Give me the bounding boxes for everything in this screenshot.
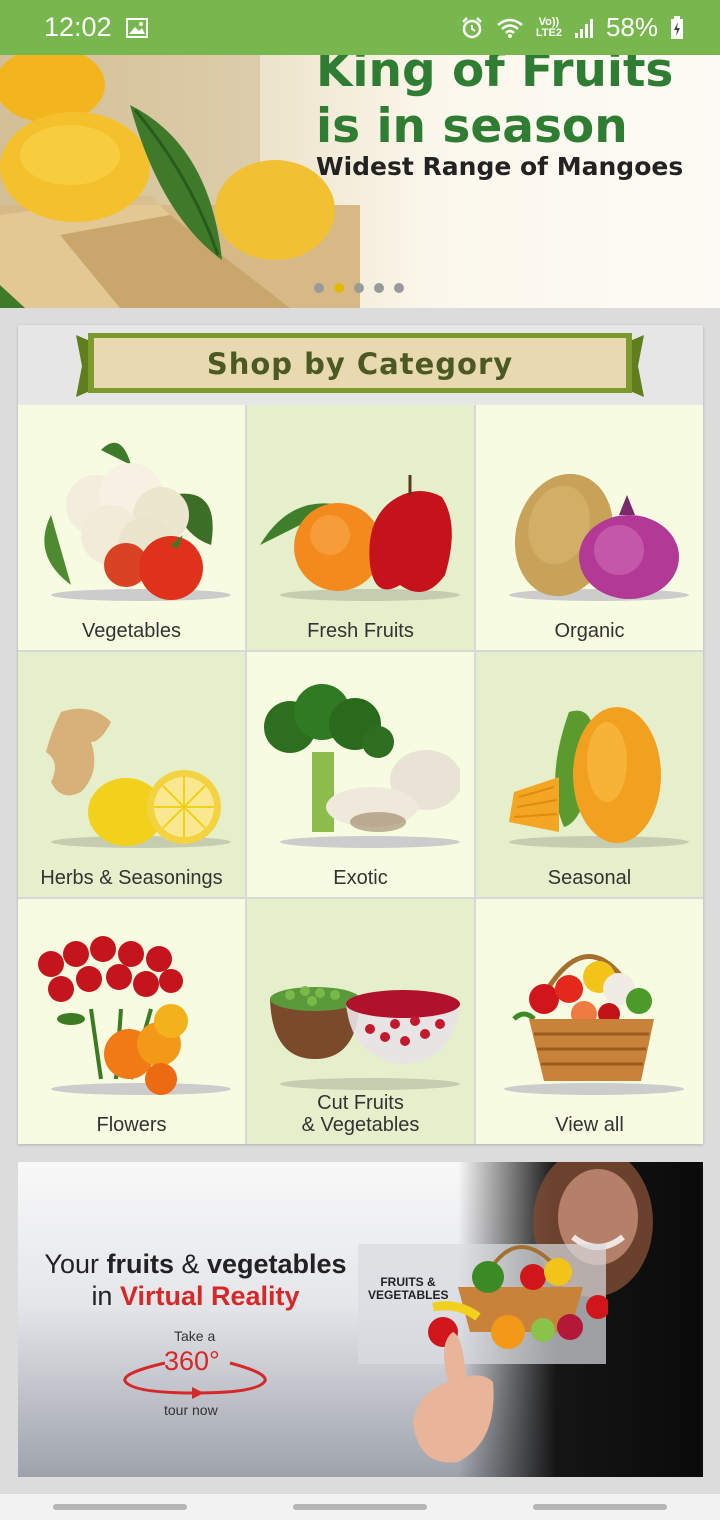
vr-360-label: 360°: [164, 1346, 220, 1376]
wifi-icon: [496, 17, 524, 39]
shop-by-category-card: Shop by Category Vegetables Fresh Fruits…: [18, 325, 703, 1144]
hero-title-line2: is in season: [316, 99, 628, 154]
category-tile-view-all[interactable]: View all: [476, 899, 703, 1144]
category-label: Flowers: [96, 1114, 167, 1136]
vr-line1-and: &: [173, 1249, 207, 1279]
category-grid: Vegetables Fresh Fruits Organic Herbs & …: [18, 405, 703, 1144]
nav-back-pill[interactable]: [533, 1504, 667, 1510]
category-tile-cut-fruits-vegetables[interactable]: Cut Fruits & Vegetables: [247, 899, 474, 1144]
clock: 12:02: [44, 12, 112, 42]
system-navigation-bar: [0, 1494, 720, 1520]
nav-home-pill[interactable]: [293, 1504, 427, 1510]
category-label: Seasonal: [547, 867, 632, 889]
carousel-dot[interactable]: [354, 283, 364, 293]
vr-tour-label: tour now: [164, 1402, 218, 1418]
status-bar: 12:02 Vo)) LTE2 58%: [0, 0, 720, 55]
vr-line1-vegetables: vegetables: [207, 1249, 347, 1279]
exotic-image: [264, 684, 460, 848]
carousel-dot[interactable]: [314, 283, 324, 293]
category-tile-seasonal[interactable]: Seasonal: [476, 652, 703, 897]
hero-banner[interactable]: King of Fruits is in season Widest Range…: [0, 55, 720, 308]
cut-fruits-image: [270, 986, 460, 1090]
hero-subtitle: Widest Range of Mangoes: [316, 152, 684, 181]
category-title: Shop by Category: [206, 347, 514, 381]
status-right: Vo)) LTE2 58%: [460, 12, 684, 43]
category-tile-flowers[interactable]: Flowers: [18, 899, 245, 1144]
mango-crate-image: [0, 55, 360, 308]
category-label: View all: [555, 1114, 624, 1136]
fruits-image: [260, 475, 460, 601]
hero-title-line1: King of Fruits: [316, 55, 674, 98]
alarm-icon: [460, 16, 484, 40]
nav-recents-pill[interactable]: [53, 1504, 187, 1510]
vegetables-image: [44, 442, 231, 601]
carousel-dot[interactable]: [334, 283, 344, 293]
vr-line2-prefix: in: [91, 1281, 120, 1311]
category-label: Herbs & Seasonings: [40, 867, 223, 889]
herbs-image: [46, 708, 231, 848]
organic-image: [509, 473, 689, 601]
flowers-image: [38, 936, 231, 1095]
signal-icon: [574, 17, 594, 39]
category-tile-herbs-seasonings[interactable]: Herbs & Seasonings: [18, 652, 245, 897]
vr-fruit-box-image: [358, 1244, 608, 1463]
category-label: Organic: [554, 620, 625, 642]
vr-headline: Your fruits & vegetables in Virtual Real…: [38, 1248, 353, 1312]
category-tile-vegetables[interactable]: Vegetables: [18, 405, 245, 650]
carousel-dots[interactable]: [314, 283, 404, 293]
lte-indicator: Vo)) LTE2: [535, 15, 562, 39]
vr-take-label: Take a: [174, 1328, 216, 1344]
lte-label: LTE2: [535, 26, 562, 39]
carousel-dot[interactable]: [374, 283, 384, 293]
vr-box-label: FRUITS & VEGETABLES: [368, 1275, 449, 1302]
vr-line1-fruits: fruits: [106, 1249, 174, 1279]
seasonal-image: [509, 707, 689, 848]
status-left: 12:02: [44, 12, 148, 43]
hero-title: King of Fruits is in season: [316, 55, 673, 155]
category-tile-exotic[interactable]: Exotic: [247, 652, 474, 897]
battery-percent: 58%: [605, 12, 658, 42]
category-label: Cut Fruits & Vegetables: [301, 1092, 420, 1136]
lte-volte: Vo)): [538, 15, 560, 28]
category-header: Shop by Category: [18, 325, 703, 404]
category-tile-organic[interactable]: Organic: [476, 405, 703, 650]
virtual-reality-banner[interactable]: FRUITS & VEGETABLES Your fruits & vegeta…: [18, 1162, 703, 1477]
vr-line1-prefix: Your: [44, 1249, 107, 1279]
basket-image: [504, 954, 684, 1095]
vr-line2-virtual-reality: Virtual Reality: [119, 1281, 300, 1311]
battery-icon: [670, 15, 684, 40]
image-icon: [125, 17, 148, 38]
category-tile-fresh-fruits[interactable]: Fresh Fruits: [247, 405, 474, 650]
category-label: Vegetables: [82, 620, 181, 642]
carousel-dot[interactable]: [394, 283, 404, 293]
category-label: Fresh Fruits: [307, 620, 414, 642]
category-label: Exotic: [333, 867, 388, 889]
